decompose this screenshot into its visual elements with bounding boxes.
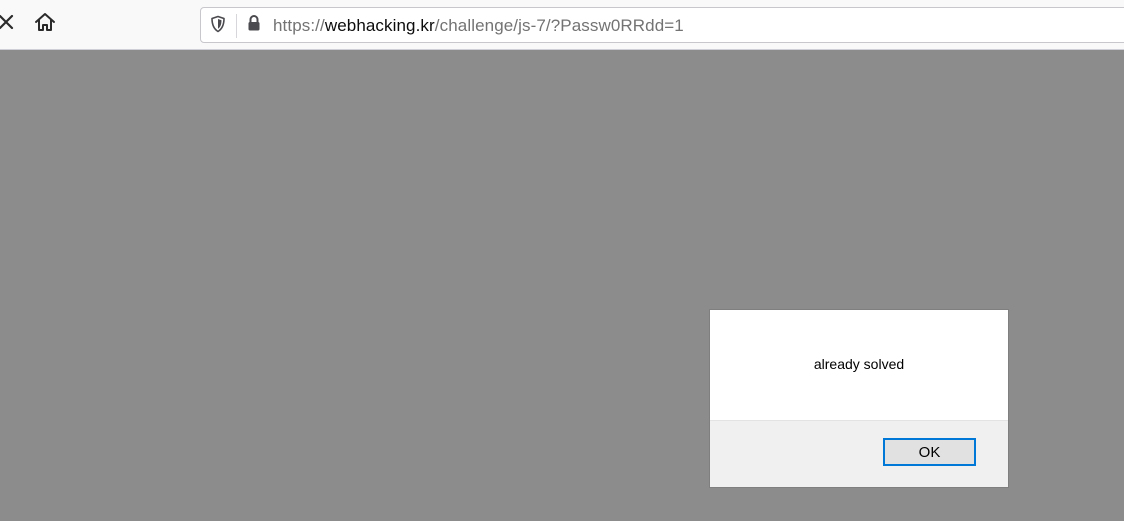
stop-button[interactable] [0, 8, 22, 40]
address-bar[interactable]: https://webhacking.kr/challenge/js-7/?Pa… [200, 7, 1124, 43]
url-path: /challenge/js-7/?Passw0RRdd=1 [434, 16, 684, 35]
url-scheme: https:// [273, 16, 325, 35]
dialog-message-area: already solved [710, 310, 1008, 420]
site-identity-button[interactable] [244, 14, 264, 37]
urlbar-separator [236, 14, 237, 38]
home-icon [34, 12, 56, 37]
browser-toolbar: https://webhacking.kr/challenge/js-7/?Pa… [0, 0, 1124, 50]
tracking-protection-button[interactable] [208, 15, 228, 38]
close-icon [0, 13, 15, 36]
url-host: webhacking.kr [324, 16, 435, 35]
home-button[interactable] [29, 8, 61, 40]
ok-button[interactable]: OK [883, 438, 976, 466]
dialog-footer: OK [710, 420, 1008, 487]
dialog-message: already solved [813, 356, 905, 372]
shield-icon [210, 15, 226, 38]
lock-icon [246, 14, 262, 37]
url-text[interactable]: https://webhacking.kr/challenge/js-7/?Pa… [273, 16, 684, 36]
alert-dialog: already solved OK [709, 309, 1009, 488]
